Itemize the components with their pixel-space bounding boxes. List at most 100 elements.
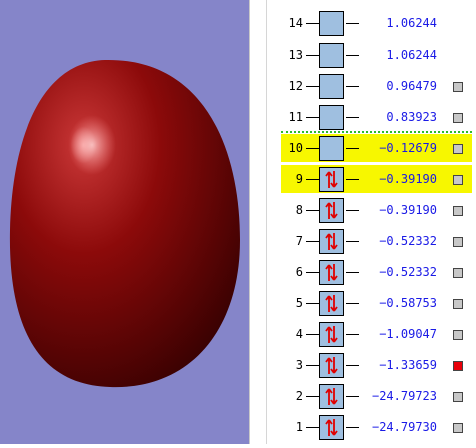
mo-index: 4 [295,327,303,341]
mo-row[interactable]: 4 −1.09047 [273,320,476,351]
spin-up-down-arrows-icon [325,202,338,219]
mo-energy: −0.52332 [379,265,437,279]
mo-index: 11 [288,110,303,124]
mo-energy-list: 14 1.06244 13 1.06244 12 0.96479 11 0.83923 10 −0… [273,0,476,444]
surface-toggle-checkbox[interactable] [453,392,463,402]
mo-energy: −0.58753 [379,296,437,310]
mo-row[interactable]: 2 −24.79723 [273,382,476,413]
level-line-left [306,303,319,304]
orbital-level-box[interactable] [319,415,344,440]
orbital-level-box[interactable] [319,105,344,130]
mo-energy: −1.33659 [379,358,437,372]
surface-toggle-checkbox[interactable] [453,237,463,247]
mo-row[interactable]: 10 −0.12679 [273,134,476,165]
mo-row[interactable]: 14 1.06244 [273,9,476,40]
mo-energy: −0.39190 [379,203,437,217]
mo-row[interactable]: 11 0.83923 [273,103,476,134]
level-line-right [346,396,359,397]
mo-energy: −0.52332 [379,234,437,248]
mo-row[interactable]: 1 −24.79730 [273,413,476,444]
mo-row[interactable]: 8 −0.39190 [273,196,476,227]
spin-up-down-arrows-icon [325,326,338,343]
mo-row[interactable]: 3 −1.33659 [273,351,476,382]
surface-toggle-checkbox[interactable] [453,299,463,309]
orbital-level-box[interactable] [319,291,344,316]
mo-index: 12 [288,79,303,93]
surface-toggle-checkbox[interactable] [453,361,463,371]
mo-index: 3 [295,358,303,372]
level-line-left [306,334,319,335]
level-line-right [346,272,359,273]
orbital-level-box[interactable] [319,322,344,347]
panel-splitter[interactable] [249,0,273,444]
mo-energy: 1.06244 [386,16,437,30]
level-line-right [346,148,359,149]
level-line-left [306,210,319,211]
surface-toggle-checkbox[interactable] [453,330,463,340]
level-line-right [346,210,359,211]
mo-row[interactable]: 6 −0.52332 [273,258,476,289]
surface-toggle-checkbox[interactable] [453,268,463,278]
orbital-level-box[interactable] [319,11,344,36]
level-line-left [306,148,319,149]
orbital-level-box[interactable] [319,198,344,223]
orbital-level-box[interactable] [319,136,344,161]
surface-toggle-checkbox[interactable] [453,144,463,154]
specular-highlight [68,115,116,175]
mo-index: 13 [288,48,303,62]
level-line-left [306,23,319,24]
level-line-right [346,55,359,56]
mo-index: 5 [295,296,303,310]
mo-index: 1 [295,420,303,434]
level-line-left [306,396,319,397]
level-line-left [306,427,319,428]
mo-energy: 0.96479 [386,79,437,93]
orbital-level-box[interactable] [319,384,344,409]
mo-index: 9 [295,172,303,186]
mo-index: 10 [288,141,303,155]
orbital-level-box[interactable] [319,353,344,378]
mo-row[interactable]: 9 −0.39190 [273,165,476,196]
molecule-3d-viewport[interactable] [0,0,249,444]
mo-row[interactable]: 7 −0.52332 [273,227,476,258]
orbital-level-box[interactable] [319,229,344,254]
orbital-lobe [9,59,241,388]
mo-index: 8 [295,203,303,217]
orbital-level-box[interactable] [319,43,344,68]
spin-up-down-arrows-icon [325,419,338,436]
orbital-level-box[interactable] [319,260,344,285]
mo-energy: −24.79730 [371,420,437,434]
level-line-right [346,23,359,24]
surface-toggle-checkbox[interactable] [453,175,463,185]
mo-index: 14 [288,16,303,30]
mo-index: 7 [295,234,303,248]
spin-up-down-arrows-icon [325,295,338,312]
spin-up-down-arrows-icon [325,233,338,250]
surface-toggle-checkbox[interactable] [453,113,463,123]
orbital-level-box[interactable] [319,167,344,192]
mo-energy: −0.12679 [379,141,437,155]
level-line-right [346,427,359,428]
surface-toggle-checkbox[interactable] [453,82,463,92]
mo-index: 6 [295,265,303,279]
mo-energy: −0.39190 [379,172,437,186]
mo-row[interactable]: 12 0.96479 [273,72,476,103]
spin-up-down-arrows-icon [325,171,338,188]
level-line-left [306,55,319,56]
level-line-right [346,365,359,366]
orbital-level-box[interactable] [319,74,344,99]
spin-up-down-arrows-icon [325,264,338,281]
mo-energy: 0.83923 [386,110,437,124]
level-line-left [306,179,319,180]
level-line-right [346,179,359,180]
level-line-left [306,365,319,366]
level-line-right [346,86,359,87]
level-line-right [346,303,359,304]
mo-energy: −24.79723 [371,389,437,403]
surface-toggle-checkbox[interactable] [453,423,463,433]
spin-up-down-arrows-icon [325,357,338,374]
mo-row[interactable]: 13 1.06244 [273,41,476,72]
level-line-left [306,117,319,118]
surface-toggle-checkbox[interactable] [453,206,463,216]
mo-row[interactable]: 5 −0.58753 [273,289,476,320]
